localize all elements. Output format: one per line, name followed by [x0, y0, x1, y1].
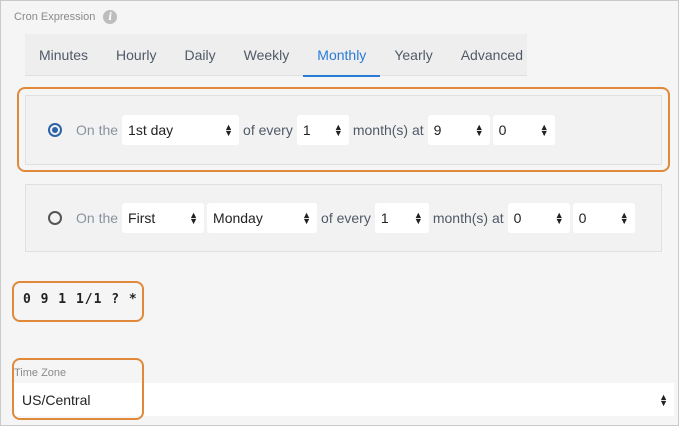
- up-down-arrows-icon: ▲ ▼: [333, 122, 343, 138]
- month-interval-select[interactable]: 1 ▲ ▼: [296, 115, 349, 145]
- up-down-arrows-icon: ▲ ▼: [659, 391, 668, 408]
- monthly-day-option: On the 1st day ▲ ▼ of every 1 ▲ ▼ month(s)…: [25, 95, 662, 165]
- timezone-value: US/Central: [22, 391, 91, 408]
- cron-expression-output: 0 9 1 1/1 ? *: [23, 292, 138, 307]
- of-every-label: of every: [321, 210, 371, 226]
- tab-hourly[interactable]: Hourly: [102, 34, 170, 76]
- day-option-radio[interactable]: [48, 123, 62, 137]
- tab-daily[interactable]: Daily: [171, 34, 230, 76]
- up-down-arrows-icon: ▲ ▼: [224, 122, 234, 138]
- minute-select[interactable]: 0 ▲ ▼: [492, 115, 555, 145]
- minute-value: 0: [498, 122, 507, 138]
- tab-monthly[interactable]: Monthly: [303, 34, 381, 77]
- up-down-arrows-icon: ▲ ▼: [413, 210, 423, 226]
- tab-minutes[interactable]: Minutes: [25, 34, 102, 76]
- up-down-arrows-icon: ▲ ▼: [474, 122, 484, 138]
- months-at-label: month(s) at: [432, 210, 504, 226]
- cron-expression-header: Cron Expression i: [14, 10, 118, 24]
- ordinal-value: First: [128, 210, 156, 226]
- of-every-label: of every: [243, 122, 293, 138]
- timezone-label: Time Zone: [14, 367, 67, 379]
- tab-weekly[interactable]: Weekly: [230, 34, 304, 76]
- on-the-label: On the: [76, 210, 119, 226]
- weekday-select[interactable]: Monday ▲ ▼: [207, 203, 318, 233]
- on-the-label: On the: [76, 122, 119, 138]
- monthly-weekday-option: On the First ▲ ▼ Monday ▲ ▼ of every 1 ▲ ▼ …: [25, 184, 662, 252]
- frequency-tabs: Minutes Hourly Daily Weekly Monthly Year…: [25, 34, 527, 77]
- up-down-arrows-icon: ▲ ▼: [189, 210, 199, 226]
- up-down-arrows-icon: ▲ ▼: [619, 210, 629, 226]
- minute-value: 0: [578, 210, 587, 226]
- cron-expression-title: Cron Expression: [14, 11, 96, 23]
- hour-value: 0: [513, 210, 522, 226]
- day-select-value: 1st day: [128, 122, 174, 138]
- month-interval-value: 1: [380, 210, 389, 226]
- up-down-arrows-icon: ▲ ▼: [539, 122, 549, 138]
- weekday-option-radio[interactable]: [48, 211, 62, 225]
- month-interval-select[interactable]: 1 ▲ ▼: [374, 203, 429, 233]
- weekday-value: Monday: [213, 210, 263, 226]
- tab-yearly[interactable]: Yearly: [380, 34, 446, 76]
- minute-select[interactable]: 0 ▲ ▼: [572, 203, 635, 233]
- cron-editor-panel: Cron Expression i Minutes Hourly Daily W…: [0, 0, 679, 426]
- ordinal-select[interactable]: First ▲ ▼: [122, 203, 205, 233]
- up-down-arrows-icon: ▲ ▼: [554, 210, 564, 226]
- hour-value: 9: [433, 122, 442, 138]
- month-interval-value: 1: [302, 122, 311, 138]
- hour-select[interactable]: 9 ▲ ▼: [427, 115, 490, 145]
- months-at-label: month(s) at: [352, 122, 424, 138]
- info-icon[interactable]: i: [103, 10, 118, 24]
- day-select[interactable]: 1st day ▲ ▼: [122, 115, 240, 145]
- hour-select[interactable]: 0 ▲ ▼: [507, 203, 570, 233]
- up-down-arrows-icon: ▲ ▼: [302, 210, 312, 226]
- timezone-select[interactable]: US/Central ▲ ▼: [13, 383, 674, 416]
- tab-advanced[interactable]: Advanced: [447, 34, 537, 76]
